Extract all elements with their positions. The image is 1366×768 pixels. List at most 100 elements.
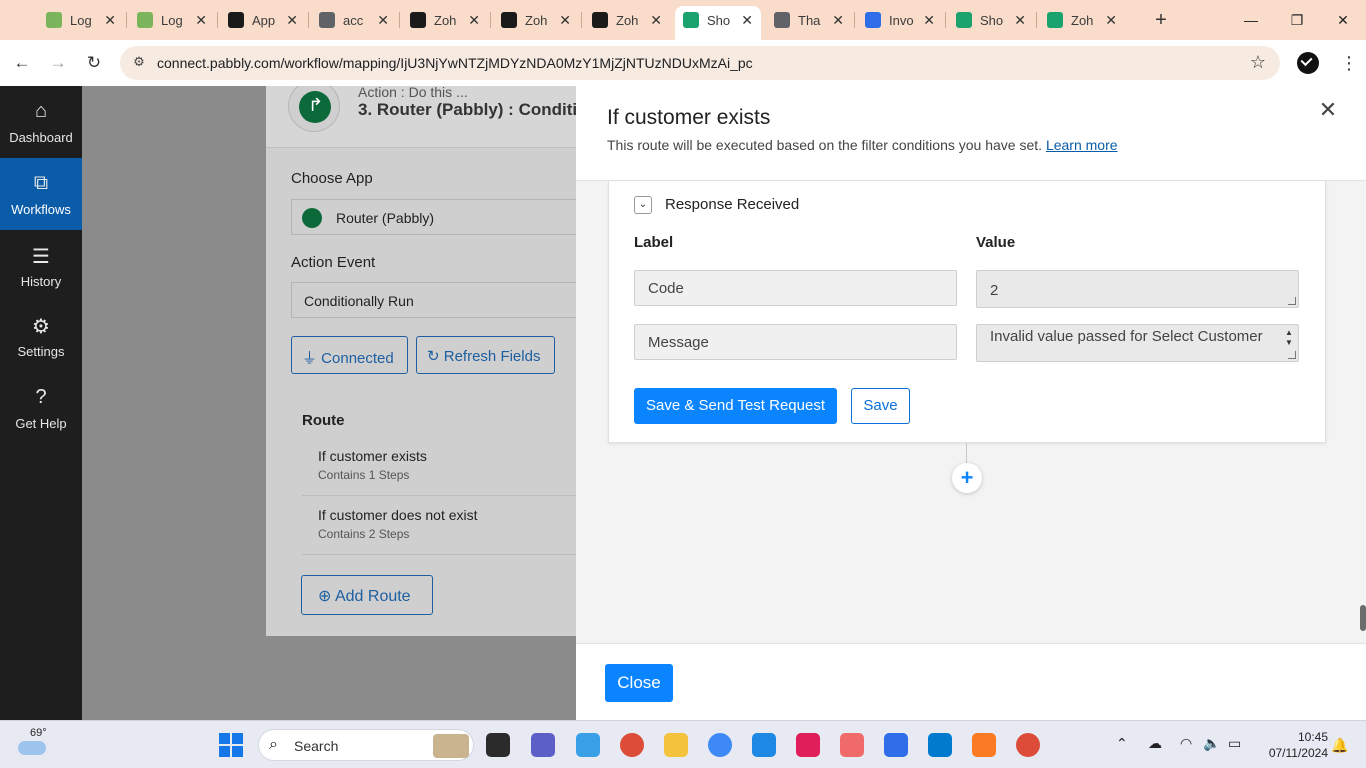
sidebar-item-workflows[interactable]: ⧉ Workflows xyxy=(0,158,82,230)
browser-tab[interactable]: Sho ✕ xyxy=(948,6,1034,34)
tab-close-icon[interactable]: ✕ xyxy=(195,12,207,29)
tab-close-icon[interactable]: ✕ xyxy=(832,12,844,29)
tab-title: Log xyxy=(70,12,92,28)
browser-tab[interactable]: Log ✕ xyxy=(129,6,215,34)
tab-close-icon[interactable]: ✕ xyxy=(559,12,571,29)
browser-tab[interactable]: Zoh ✕ xyxy=(1039,6,1125,34)
xampp-icon[interactable] xyxy=(972,733,996,757)
browser-tab[interactable]: Zoh ✕ xyxy=(402,6,488,34)
close-icon[interactable]: ✕ xyxy=(1318,98,1338,122)
back-arrow-icon[interactable]: ← xyxy=(10,51,34,75)
site-info-icon[interactable]: ⚙ xyxy=(130,54,148,72)
browser-tab[interactable]: acc ✕ xyxy=(311,6,397,34)
tab-close-icon[interactable]: ✕ xyxy=(1105,12,1117,29)
route-item-customer-not-exist[interactable]: If customer does not exist Contains 2 St… xyxy=(302,497,602,555)
sidebar-item-dashboard[interactable]: ⌂ Dashboard xyxy=(0,86,82,158)
onedrive-icon[interactable]: ☁ xyxy=(1148,735,1162,752)
tab-title: acc xyxy=(343,12,364,28)
calendar-icon[interactable] xyxy=(752,733,776,757)
browser-menu-icon[interactable]: ⋮ xyxy=(1340,52,1358,74)
tab-close-icon[interactable]: ✕ xyxy=(923,12,935,29)
tab-close-icon[interactable]: ✕ xyxy=(377,12,389,29)
refresh-icon: ↻ xyxy=(427,348,444,365)
browser-tab[interactable]: Log ✕ xyxy=(38,6,124,34)
add-circle-icon: ⊕ xyxy=(318,588,335,605)
tab-separator xyxy=(399,12,400,28)
teams-icon[interactable] xyxy=(531,733,555,757)
tab-close-icon[interactable]: ✕ xyxy=(741,12,753,29)
add-step-button[interactable]: + xyxy=(952,463,982,493)
refresh-fields-button[interactable]: ↻ Refresh Fields xyxy=(416,336,555,374)
minimize-button[interactable]: — xyxy=(1228,8,1274,32)
sidebar-item-history[interactable]: ☰ History xyxy=(0,230,82,302)
sidebar-item-settings[interactable]: ⚙ Settings xyxy=(0,300,82,372)
tab-close-icon[interactable]: ✕ xyxy=(650,12,662,29)
weather-widget[interactable]: 69° xyxy=(18,727,50,761)
battery-icon[interactable]: ▭ xyxy=(1228,735,1241,752)
browser-tab[interactable]: App ✕ xyxy=(220,6,306,34)
close-button[interactable]: Close xyxy=(605,664,673,702)
chrome-profile-icon[interactable] xyxy=(1016,733,1040,757)
resize-grip-icon[interactable] xyxy=(1288,297,1296,305)
browser-tab[interactable]: Tha ✕ xyxy=(766,6,852,34)
asana-icon[interactable] xyxy=(840,733,864,757)
sidebar-item-get-help[interactable]: ? Get Help xyxy=(0,372,82,444)
browser-tab[interactable]: Zoh ✕ xyxy=(493,6,579,34)
copilot-icon[interactable] xyxy=(576,733,600,757)
slack-icon[interactable] xyxy=(796,733,820,757)
tab-close-icon[interactable]: ✕ xyxy=(286,12,298,29)
reload-icon[interactable]: ↻ xyxy=(82,51,106,75)
save-send-test-button[interactable]: Save & Send Test Request xyxy=(634,388,837,424)
volume-mute-icon[interactable]: 🔈 xyxy=(1203,735,1220,752)
route-item-customer-exists[interactable]: If customer exists Contains 1 Steps xyxy=(302,438,602,496)
tab-title: Zoh xyxy=(434,12,457,28)
forward-arrow-icon[interactable]: → xyxy=(46,51,70,75)
value-column-header: Value xyxy=(976,234,1016,251)
scroll-arrows-icon[interactable]: ▲ ▼ xyxy=(1284,328,1294,348)
system-clock[interactable]: 10:45 07/11/2024 xyxy=(1258,729,1328,761)
globe-icon xyxy=(319,12,335,28)
profile-avatar[interactable] xyxy=(1297,52,1319,74)
action-event-field[interactable]: Conditionally Run xyxy=(291,282,591,318)
bookmark-star-icon[interactable]: ☆ xyxy=(1250,52,1266,73)
tab-close-icon[interactable]: ✕ xyxy=(1014,12,1026,29)
sidebar-item-label: Get Help xyxy=(15,416,67,431)
save-button[interactable]: Save xyxy=(851,388,910,424)
chrome-icon[interactable] xyxy=(620,733,644,757)
response-value-field[interactable]: Invalid value passed for Select Customer… xyxy=(976,324,1299,362)
response-label-field[interactable]: Message xyxy=(634,324,957,360)
browser-tab[interactable]: Invo ✕ xyxy=(857,6,943,34)
wifi-icon[interactable]: ◠ xyxy=(1180,735,1192,752)
gear-icon: ⚙ xyxy=(32,316,50,338)
tab-close-icon[interactable]: ✕ xyxy=(468,12,480,29)
add-route-button[interactable]: ⊕ Add Route xyxy=(301,575,433,615)
connected-button[interactable]: ⏚ Connected xyxy=(291,336,408,374)
tab-separator xyxy=(945,12,946,28)
zoho-invoice-icon[interactable] xyxy=(884,733,908,757)
taskbar-search[interactable]: ⌕ Search xyxy=(258,729,474,761)
browser-tab[interactable]: Sho ✕ xyxy=(675,6,761,40)
maximize-button[interactable]: ❐ xyxy=(1274,8,1320,32)
task-view-icon[interactable] xyxy=(486,733,510,757)
address-bar[interactable]: ⚙ connect.pabbly.com/workflow/mapping/Ij… xyxy=(120,46,1280,80)
shopify-icon xyxy=(137,12,153,28)
window-close-button[interactable]: ✕ xyxy=(1320,8,1366,32)
chevron-down-icon[interactable]: ⌄ xyxy=(634,196,652,214)
learn-more-link[interactable]: Learn more xyxy=(1046,137,1118,153)
tab-close-icon[interactable]: ✕ xyxy=(104,12,116,29)
chevron-up-icon[interactable]: ⌃ xyxy=(1116,735,1128,752)
choose-app-field[interactable]: Router (Pabbly) xyxy=(291,199,591,235)
taskbar: 69° ⌕ Search ⌃ ☁ ◠ 🔈 ▭ 10:45 07/11/2024 … xyxy=(0,720,1366,768)
browser-tab[interactable]: Zoh ✕ xyxy=(584,6,670,34)
url-text[interactable]: connect.pabbly.com/workflow/mapping/IjU3… xyxy=(157,55,753,71)
notification-bell-icon[interactable]: 🔔 xyxy=(1331,737,1348,754)
windows-start-icon[interactable] xyxy=(219,733,243,757)
response-label-field[interactable]: Code xyxy=(634,270,957,306)
todo-icon[interactable] xyxy=(708,733,732,757)
new-tab-button[interactable]: + xyxy=(1152,8,1170,32)
scrollbar-thumb[interactable] xyxy=(1360,605,1366,631)
vscode-icon[interactable] xyxy=(928,733,952,757)
response-value-field[interactable]: 2 xyxy=(976,270,1299,308)
resize-grip-icon[interactable] xyxy=(1288,351,1296,359)
file-explorer-icon[interactable] xyxy=(664,733,688,757)
